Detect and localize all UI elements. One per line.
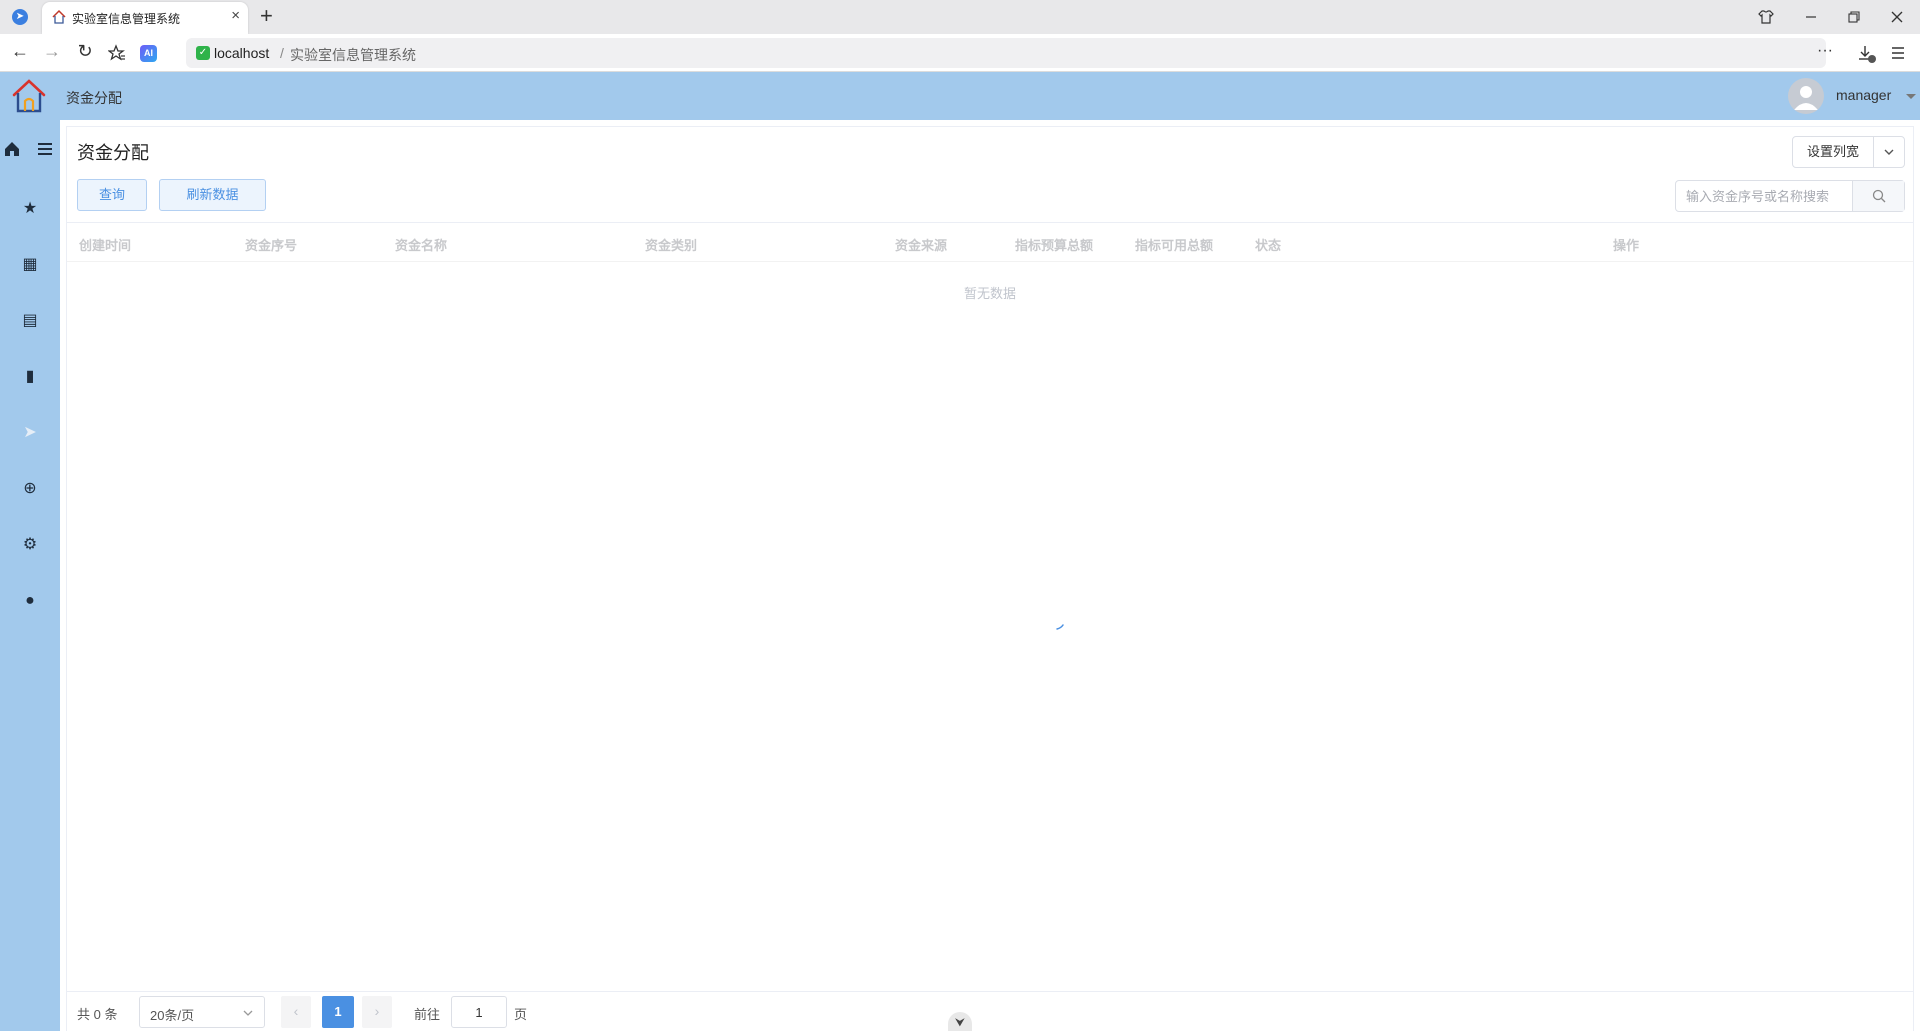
user-dropdown-caret-icon[interactable] <box>1906 94 1916 99</box>
header-title: 资金分配 <box>66 90 122 106</box>
chevron-down-icon <box>243 1010 253 1016</box>
column-header-created-time[interactable]: 创建时间 <box>79 235 131 254</box>
search-icon <box>1872 189 1885 203</box>
minimize-icon[interactable] <box>1803 9 1819 25</box>
prev-page-button[interactable]: ‹ <box>281 996 311 1028</box>
url-separator: / <box>280 45 284 61</box>
address-bar: ← → ↻ AI ✓ localhost / 实验室信息管理系统 ··· <box>0 34 1920 72</box>
shirt-icon[interactable] <box>1756 9 1776 25</box>
ai-extension-icon[interactable]: AI <box>140 45 157 62</box>
chart-icon[interactable]: ▮ <box>21 368 39 386</box>
browser-tab-bar: ➤ 实验室信息管理系统 × + <box>0 0 1920 34</box>
column-header-budget-total[interactable]: 指标预算总额 <box>1015 235 1093 254</box>
sidebar-toggle-icon[interactable] <box>36 140 54 158</box>
page-unit-label: 页 <box>514 1007 528 1022</box>
back-button[interactable]: ← <box>9 41 31 62</box>
column-header-fund-name[interactable]: 资金名称 <box>395 235 447 254</box>
column-header-fund-source[interactable]: 资金来源 <box>895 235 947 254</box>
download-icon[interactable] <box>1857 44 1877 64</box>
set-column-width-button[interactable]: 设置列宽 <box>1791 136 1905 168</box>
username[interactable]: manager <box>1836 87 1891 103</box>
url-field[interactable]: ✓ localhost / 实验室信息管理系统 <box>186 38 1826 68</box>
sidebar: ★ ▦ ▤ ▮ ➤ ⊕ ⚙ ● <box>0 120 60 1031</box>
user-icon[interactable]: ● <box>21 592 39 610</box>
url-path: 实验室信息管理系统 <box>290 47 416 63</box>
table-header: 创建时间 资金序号 资金名称 资金类别 资金来源 指标预算总额 指标可用总额 状… <box>67 222 1913 262</box>
set-column-width-label[interactable]: 设置列宽 <box>1793 137 1874 167</box>
column-header-fund-number[interactable]: 资金序号 <box>245 235 297 254</box>
forward-button[interactable]: → <box>41 41 63 62</box>
avatar[interactable] <box>1788 78 1824 114</box>
collapse-handle-icon[interactable]: ⮟ <box>948 1012 972 1031</box>
circle-plus-icon[interactable]: ⊕ <box>21 480 39 498</box>
close-window-icon[interactable] <box>1889 9 1905 25</box>
loading-spinner-icon <box>1056 624 1064 630</box>
browser-tab[interactable]: 实验室信息管理系统 × <box>42 2 248 34</box>
pagination-bar: 共 0 条 20条/页 ‹ 1 › 前往 页 <box>67 991 1913 1031</box>
column-header-fund-category[interactable]: 资金类别 <box>645 235 697 254</box>
page-title: 资金分配 <box>77 143 149 163</box>
house-logo-icon[interactable] <box>10 77 48 115</box>
page-number-current[interactable]: 1 <box>322 996 354 1028</box>
total-count: 共 0 条 <box>77 1007 118 1022</box>
empty-table-text: 暂无数据 <box>963 286 1016 301</box>
refresh-data-button[interactable]: 刷新数据 <box>159 179 266 211</box>
user-avatar-icon <box>1794 86 1818 110</box>
next-page-button[interactable]: › <box>362 996 392 1028</box>
app-header: 资金分配 manager <box>0 72 1920 120</box>
favorites-icon[interactable]: ★ <box>21 200 39 218</box>
send-icon[interactable]: ➤ <box>21 424 39 442</box>
settings-icon[interactable]: ⚙ <box>21 536 39 554</box>
chevron-down-icon[interactable] <box>1874 137 1904 167</box>
house-favicon-icon <box>52 9 66 24</box>
more-options-button[interactable]: ··· <box>1817 42 1833 60</box>
menu-hamburger-icon[interactable] <box>1890 45 1906 61</box>
goto-label: 前往 <box>414 1007 441 1022</box>
column-header-available-total[interactable]: 指标可用总额 <box>1135 235 1213 254</box>
browser-logo-icon: ➤ <box>12 9 28 25</box>
search-input[interactable] <box>1676 181 1854 211</box>
home-icon[interactable] <box>3 140 21 158</box>
tab-close-icon[interactable]: × <box>231 7 240 24</box>
search-box <box>1675 180 1905 212</box>
search-button[interactable] <box>1852 181 1904 211</box>
query-button[interactable]: 查询 <box>77 179 147 211</box>
tab-title: 实验室信息管理系统 <box>72 12 181 26</box>
page-size-select[interactable]: 20条/页 <box>139 996 265 1028</box>
secure-shield-icon: ✓ <box>196 46 210 60</box>
main-panel: 资金分配 设置列宽 查询 刷新数据 创建时间 资金序号 资金名称 资金类别 资金… <box>66 126 1914 1031</box>
page-size-value: 20条/页 <box>150 1008 195 1023</box>
goto-page-input[interactable] <box>451 996 507 1028</box>
new-tab-button[interactable]: + <box>260 3 273 29</box>
library-icon[interactable]: ▤ <box>21 312 39 330</box>
url-host: localhost <box>214 45 270 61</box>
column-header-actions: 操作 <box>1613 238 1640 253</box>
column-header-status[interactable]: 状态 <box>1255 235 1281 254</box>
dashboard-icon[interactable]: ▦ <box>21 256 39 274</box>
bookmark-star-icon[interactable] <box>108 44 126 62</box>
reload-button[interactable]: ↻ <box>74 41 96 62</box>
restore-icon[interactable] <box>1846 9 1862 25</box>
